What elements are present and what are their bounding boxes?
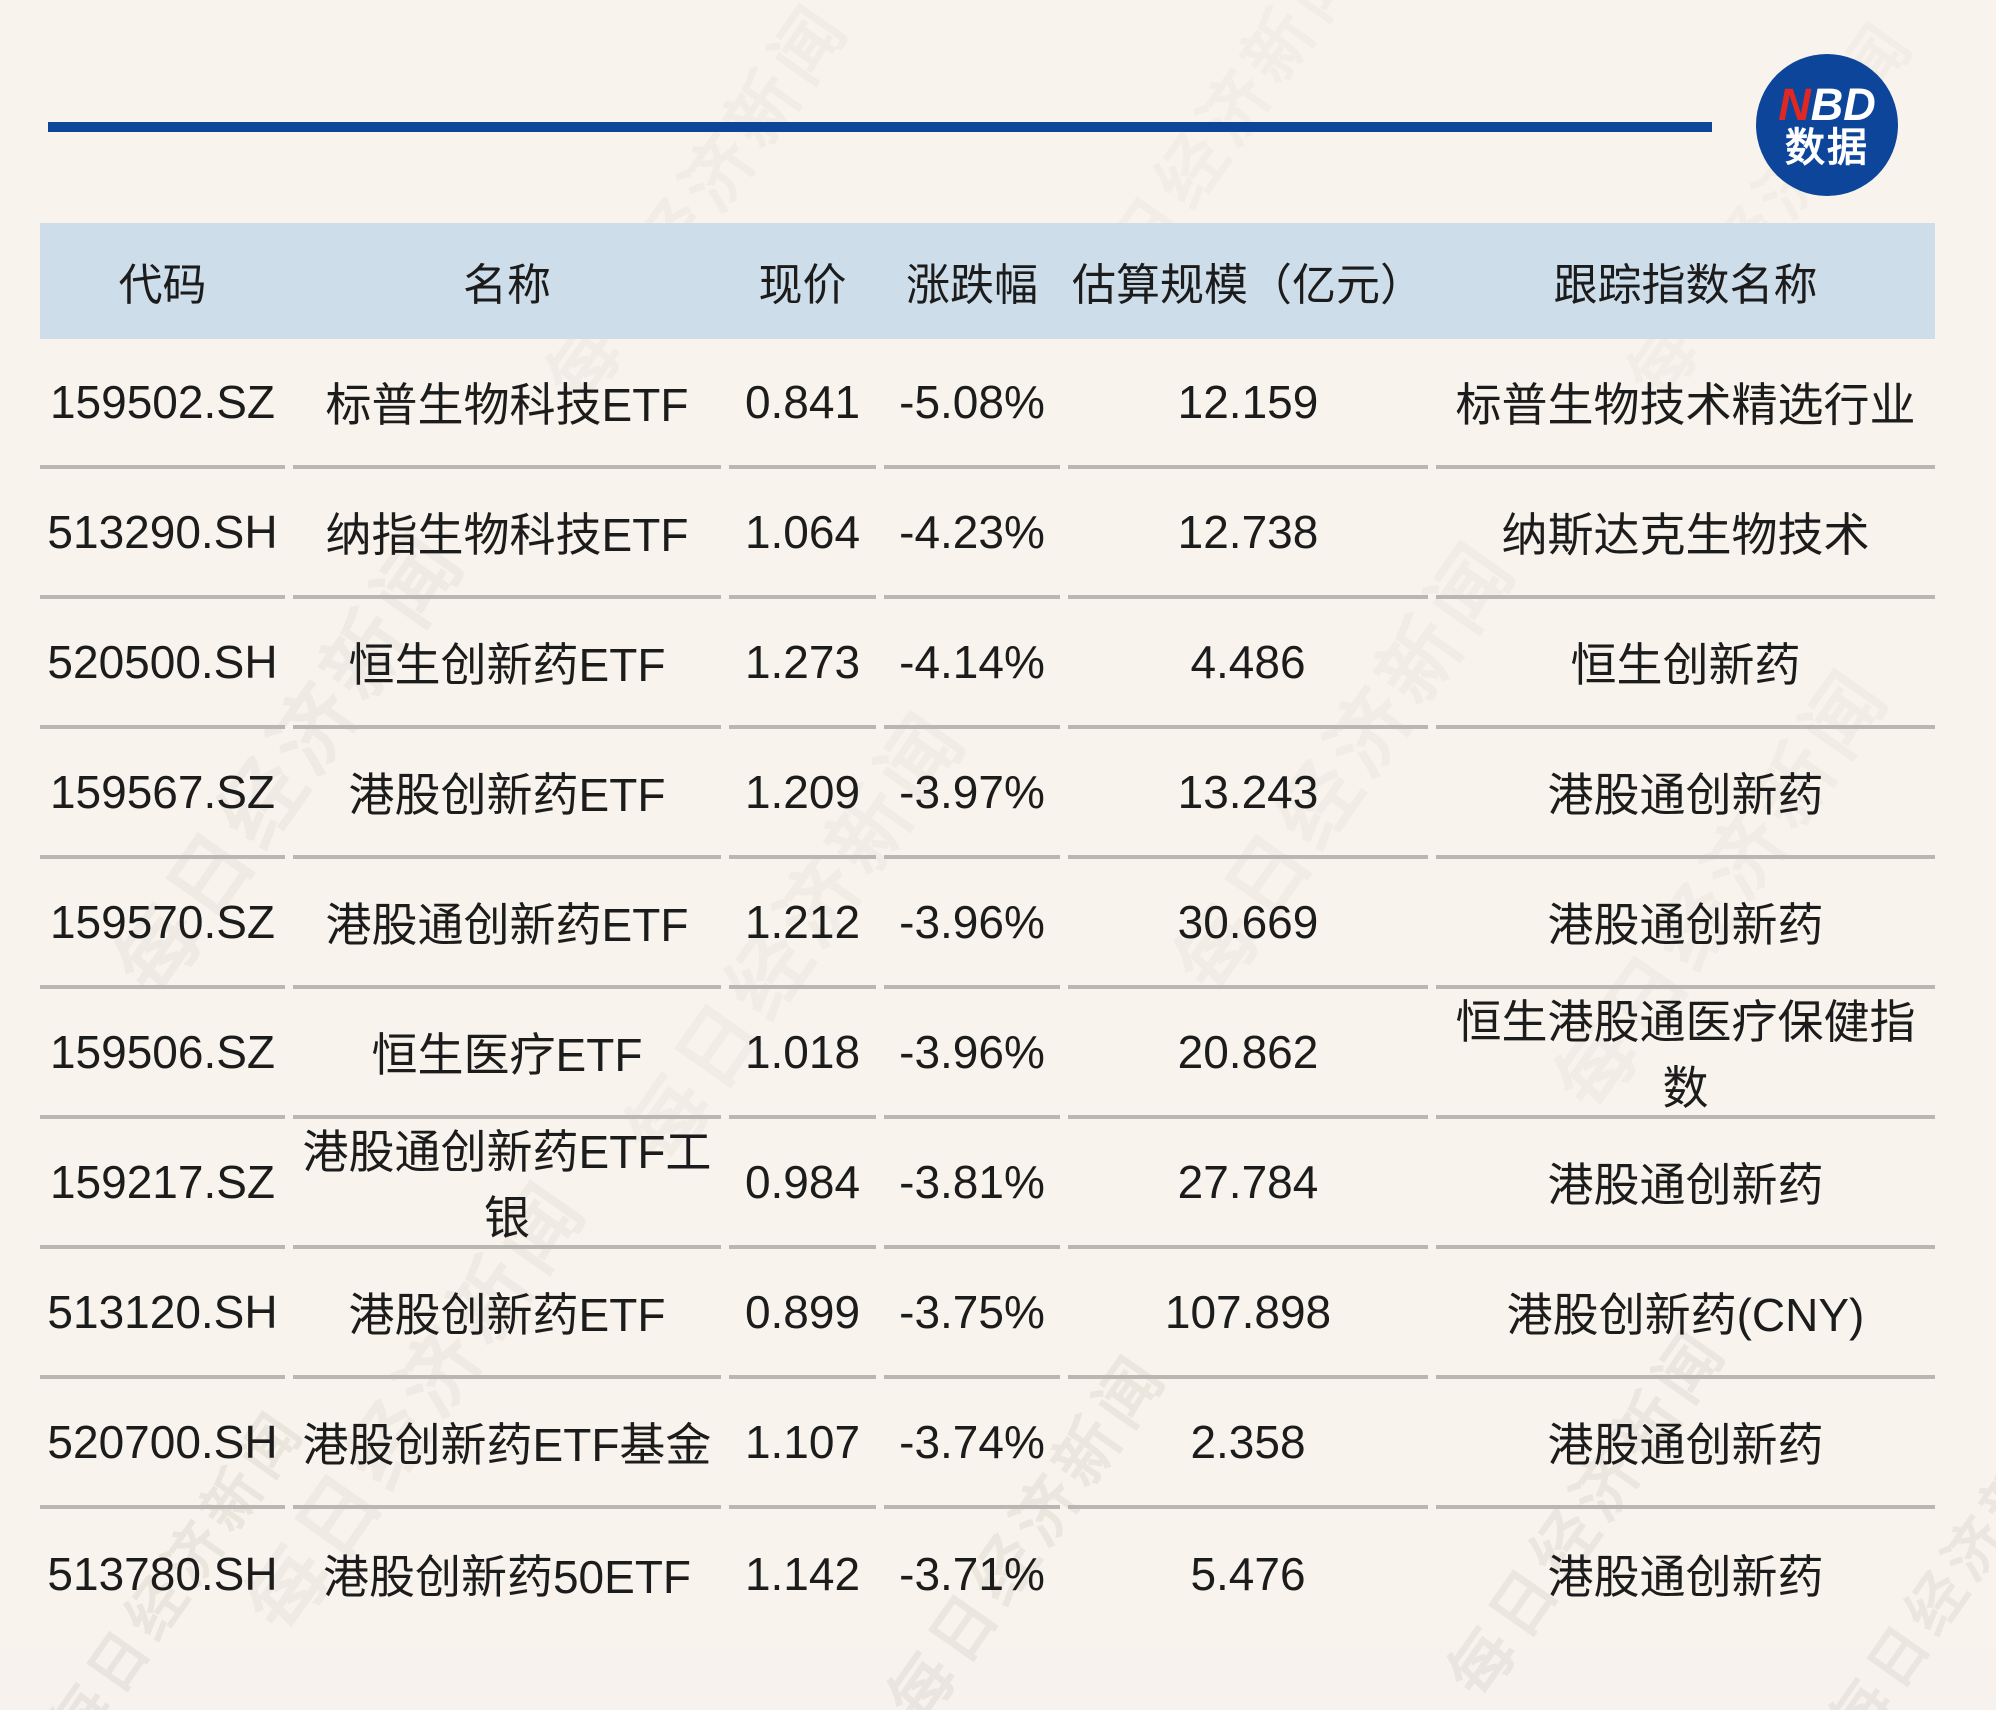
- cell-change: -3.97%: [884, 729, 1060, 859]
- table-row: 520500.SH 恒生创新药ETF 1.273 -4.14% 4.486 恒生创新药: [40, 599, 1935, 729]
- cell-code: 513290.SH: [40, 469, 285, 599]
- cell-scale: 4.486: [1068, 599, 1428, 729]
- column-header-code: 代码: [118, 261, 207, 310]
- table-row: 159567.SZ 港股创新药ETF 1.209 -3.97% 13.243 港股通创新药: [40, 729, 1935, 859]
- cell-price: 1.107: [729, 1379, 876, 1509]
- table-body: 159502.SZ 标普生物科技ETF 0.841 -5.08% 12.159 标普生物技…: [40, 339, 1935, 1639]
- cell-change: -3.96%: [884, 859, 1060, 989]
- cell-scale: 30.669: [1068, 859, 1428, 989]
- cell-price: 0.984: [729, 1119, 876, 1249]
- cell-price: 1.212: [729, 859, 876, 989]
- table-row: 159570.SZ 港股通创新药ETF 1.212 -3.96% 30.669 港股通创新…: [40, 859, 1935, 989]
- cell-index: 标普生物技术精选行业: [1436, 339, 1935, 469]
- cell-price: 1.273: [729, 599, 876, 729]
- table-row: 513120.SH 港股创新药ETF 0.899 -3.75% 107.898 港股创新药…: [40, 1249, 1935, 1379]
- cell-scale: 27.784: [1068, 1119, 1428, 1249]
- nbd-logo-text: NBD: [1778, 78, 1876, 130]
- cell-name: 港股通创新药ETF工银: [293, 1119, 721, 1249]
- table-row: 159506.SZ 恒生医疗ETF 1.018 -3.96% 20.862 恒生港股通医疗…: [40, 989, 1935, 1119]
- cell-scale: 5.476: [1190, 1548, 1306, 1600]
- cell-code: 159502.SZ: [40, 339, 285, 469]
- cell-code: 159506.SZ: [40, 989, 285, 1119]
- cell-code: 159570.SZ: [40, 859, 285, 989]
- cell-price: 1.018: [729, 989, 876, 1119]
- cell-index: 港股通创新药: [1436, 1379, 1935, 1509]
- cell-index: 港股通创新药: [1436, 859, 1935, 989]
- table-row: 159502.SZ 标普生物科技ETF 0.841 -5.08% 12.159 标普生物技…: [40, 339, 1935, 469]
- table-row: 159217.SZ 港股通创新药ETF工银 0.984 -3.81% 27.784 港股通…: [40, 1119, 1935, 1249]
- cell-index: 港股通创新药: [1436, 729, 1935, 859]
- cell-price: 1.064: [729, 469, 876, 599]
- cell-index: 港股通创新药: [1436, 1119, 1935, 1249]
- cell-name: 港股创新药ETF基金: [293, 1379, 721, 1509]
- table-row: 513780.SH 港股创新药50ETF 1.142 -3.71% 5.476 港股通创新…: [40, 1509, 1935, 1639]
- cell-index: 港股通创新药: [1547, 1551, 1824, 1603]
- cell-price: 0.841: [729, 339, 876, 469]
- cell-price: 0.899: [729, 1249, 876, 1379]
- cell-price: 1.142: [744, 1548, 861, 1600]
- cell-price: 1.209: [729, 729, 876, 859]
- cell-code: 159567.SZ: [40, 729, 285, 859]
- cell-name: 港股创新药50ETF: [322, 1551, 692, 1603]
- cell-name: 标普生物科技ETF: [293, 339, 721, 469]
- cell-name: 港股通创新药ETF: [293, 859, 721, 989]
- column-header-scale: 估算规模（亿元）: [1072, 261, 1424, 310]
- nbd-logo: NBD 数据: [1756, 54, 1898, 196]
- etf-table: 代码 名称 现价 涨跌幅 估算规模（亿元） 跟踪指数名称 159502.SZ 标普…: [40, 223, 1935, 1639]
- cell-change: -3.81%: [884, 1119, 1060, 1249]
- table-row: 520700.SH 港股创新药ETF基金 1.107 -3.74% 2.358 港股通创新…: [40, 1379, 1935, 1509]
- cell-change: -3.75%: [884, 1249, 1060, 1379]
- nbd-logo-n: N: [1778, 78, 1811, 130]
- cell-code: 513780.SH: [47, 1548, 278, 1600]
- cell-scale: 12.159: [1068, 339, 1428, 469]
- cell-name: 恒生医疗ETF: [293, 989, 721, 1119]
- cell-scale: 13.243: [1068, 729, 1428, 859]
- cell-change: -5.08%: [884, 339, 1060, 469]
- cell-index: 港股创新药(CNY): [1436, 1249, 1935, 1379]
- table-header-row: 代码 名称 现价 涨跌幅 估算规模（亿元） 跟踪指数名称: [40, 223, 1935, 339]
- column-header-price: 现价: [758, 261, 847, 310]
- cell-name: 恒生创新药ETF: [293, 599, 721, 729]
- cell-change: -4.14%: [884, 599, 1060, 729]
- cell-change: -3.71%: [899, 1548, 1045, 1600]
- cell-code: 520700.SH: [40, 1379, 285, 1509]
- cell-name: 纳指生物科技ETF: [293, 469, 721, 599]
- cell-name: 港股创新药ETF: [293, 1249, 721, 1379]
- cell-index: 恒生创新药: [1436, 599, 1935, 729]
- cell-scale: 12.738: [1068, 469, 1428, 599]
- cell-name: 港股创新药ETF: [293, 729, 721, 859]
- cell-index: 恒生港股通医疗保健指数: [1436, 989, 1935, 1119]
- bottom-band: [0, 1648, 1996, 1710]
- nbd-logo-subtitle: 数据: [1785, 125, 1869, 170]
- cell-change: -3.74%: [884, 1379, 1060, 1509]
- cell-scale: 2.358: [1068, 1379, 1428, 1509]
- infographic-canvas: 每日经济新闻 每日经济新闻 每日经济新闻 每日经济新闻 每日经济新闻 每日经济新闻 每日经济…: [0, 0, 1996, 1710]
- cell-change: -3.96%: [884, 989, 1060, 1119]
- cell-index: 纳斯达克生物技术: [1436, 469, 1935, 599]
- cell-code: 520500.SH: [40, 599, 285, 729]
- cell-change: -4.23%: [884, 469, 1060, 599]
- table-row: 513290.SH 纳指生物科技ETF 1.064 -4.23% 12.738 纳斯达克生…: [40, 469, 1935, 599]
- cell-code: 513120.SH: [40, 1249, 285, 1379]
- cell-code: 159217.SZ: [40, 1119, 285, 1249]
- column-header-name: 名称: [463, 261, 551, 310]
- nbd-logo-bd: BD: [1810, 78, 1876, 130]
- header-divider-rule: [48, 122, 1712, 132]
- column-header-index: 跟踪指数名称: [1553, 261, 1818, 310]
- column-header-change: 涨跌幅: [906, 261, 1038, 310]
- cell-scale: 107.898: [1068, 1249, 1428, 1379]
- cell-scale: 20.862: [1068, 989, 1428, 1119]
